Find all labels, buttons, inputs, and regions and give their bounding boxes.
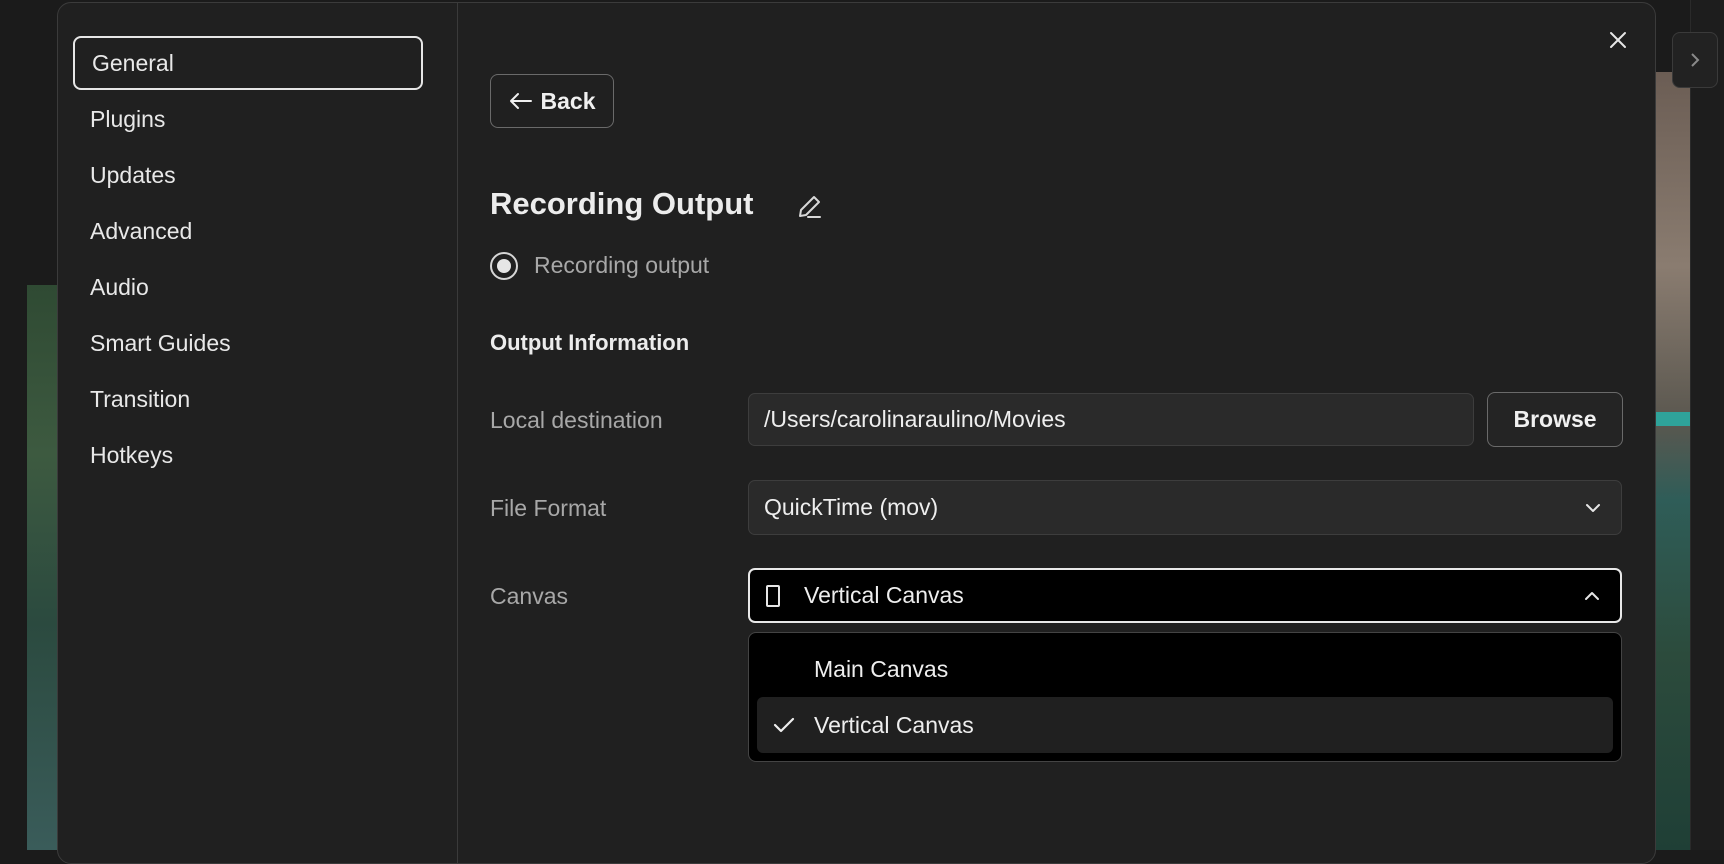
sidebar-item-smart-guides[interactable]: Smart Guides <box>73 316 423 370</box>
recording-output-radio-label: Recording output <box>534 252 710 278</box>
sidebar-item-general[interactable]: General <box>73 36 423 90</box>
pencil-icon <box>799 196 821 218</box>
sidebar-item-audio[interactable]: Audio <box>73 260 423 314</box>
section-title: Output Information <box>490 330 690 355</box>
local-destination-value: /Users/carolinaraulino/Movies <box>764 406 1066 432</box>
sidebar-item-label: Smart Guides <box>90 329 231 356</box>
rename-button[interactable] <box>794 192 824 222</box>
canvas-value: Vertical Canvas <box>804 582 964 608</box>
sidebar-item-hotkeys[interactable]: Hotkeys <box>73 428 423 482</box>
recording-output-radio[interactable] <box>490 252 518 280</box>
vertical-canvas-icon <box>766 584 780 607</box>
background-right-panel <box>1690 0 1724 850</box>
local-destination-input[interactable]: /Users/carolinaraulino/Movies <box>748 393 1474 446</box>
file-format-value: QuickTime (mov) <box>764 494 939 520</box>
close-button[interactable] <box>1604 26 1632 54</box>
canvas-option-label: Main Canvas <box>814 655 949 682</box>
sidebar-item-label: Updates <box>90 161 176 188</box>
sidebar-item-transition[interactable]: Transition <box>73 372 423 426</box>
sidebar-item-plugins[interactable]: Plugins <box>73 92 423 146</box>
chevron-up-icon <box>1585 591 1599 600</box>
canvas-option-vertical[interactable]: Vertical Canvas <box>757 697 1613 753</box>
background-preview-accent <box>1650 412 1690 426</box>
chevron-down-icon <box>1586 503 1600 512</box>
canvas-option-label: Vertical Canvas <box>814 711 974 738</box>
sidebar-item-label: Hotkeys <box>90 441 174 468</box>
browse-button[interactable]: Browse <box>1487 392 1623 447</box>
sidebar-item-label: General <box>92 49 174 76</box>
canvas-select[interactable]: Vertical Canvas <box>748 568 1622 623</box>
sidebar-item-label: Audio <box>90 273 149 300</box>
back-button[interactable]: Back <box>490 74 614 128</box>
canvas-dropdown-menu: Main Canvas Vertical Canvas <box>748 632 1622 762</box>
radio-selected-dot <box>497 259 511 273</box>
check-icon <box>773 717 795 733</box>
side-panel-toggle[interactable] <box>1672 32 1718 88</box>
sidebar-item-label: Advanced <box>90 217 193 244</box>
close-icon <box>1610 32 1626 48</box>
sidebar-item-advanced[interactable]: Advanced <box>73 204 423 258</box>
chevron-right-icon <box>1691 53 1700 67</box>
back-button-label: Back <box>540 87 596 114</box>
settings-sidebar: General Plugins Updates Advanced Audio S… <box>58 3 458 863</box>
canvas-option-main[interactable]: Main Canvas <box>757 641 1613 697</box>
arrow-left-icon <box>509 93 532 109</box>
sidebar-item-label: Transition <box>90 385 191 412</box>
local-destination-label: Local destination <box>490 407 663 433</box>
background-preview-left <box>27 285 57 850</box>
sidebar-item-updates[interactable]: Updates <box>73 148 423 202</box>
page-title: Recording Output <box>490 186 754 221</box>
sidebar-item-label: Plugins <box>90 105 166 132</box>
background-preview-right <box>1650 72 1690 850</box>
canvas-label: Canvas <box>490 583 568 609</box>
file-format-label: File Format <box>490 495 607 521</box>
file-format-select[interactable]: QuickTime (mov) <box>748 480 1622 535</box>
